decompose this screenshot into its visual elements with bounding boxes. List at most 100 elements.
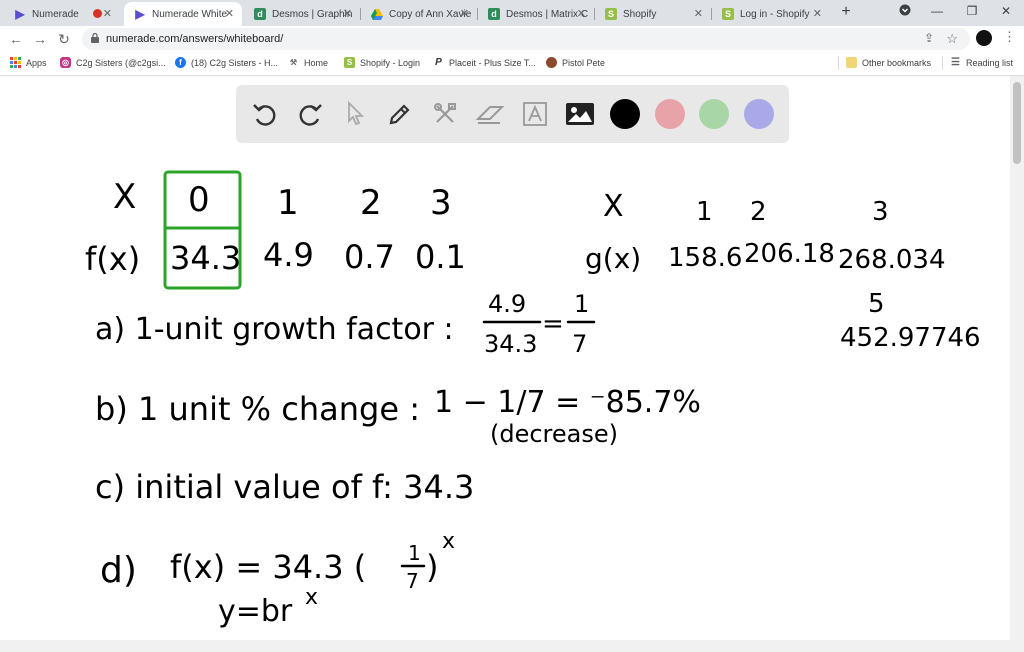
whiteboard-toolbar xyxy=(236,85,789,143)
f-value-2: 0.7 xyxy=(344,238,395,276)
g-value-2: 206.18 xyxy=(744,239,835,269)
url-text: numerade.com/answers/whiteboard/ xyxy=(106,33,284,45)
bookmark-facebook[interactable]: f (18) C2g Sisters - H... xyxy=(175,57,278,68)
g-x-value-3: 3 xyxy=(872,197,889,227)
g-value-1: 158.6 xyxy=(668,243,742,273)
reading-list-icon: ☰ xyxy=(951,57,960,68)
bookmark-placeit[interactable]: P Placeit - Plus Size T... xyxy=(433,57,536,68)
tools-icon[interactable] xyxy=(430,99,460,129)
bookmark-apps[interactable]: Apps xyxy=(10,57,47,68)
line-b-text: b) 1 unit % change : xyxy=(95,390,420,428)
line-c-text: c) initial value of f: 34.3 xyxy=(95,468,474,506)
close-tab-icon[interactable]: ✕ xyxy=(460,7,469,20)
folder-icon xyxy=(846,57,857,68)
line-d-close: ) xyxy=(426,548,438,586)
close-tab-icon[interactable]: ✕ xyxy=(577,7,586,20)
line-a-frac-bot: 34.3 xyxy=(484,330,537,358)
x-value-1: 1 xyxy=(277,183,299,223)
g-value-3: 268.034 xyxy=(838,245,946,275)
reload-icon[interactable]: ↻ xyxy=(56,31,72,48)
line-d-frac-top: 1 xyxy=(408,541,421,565)
color-pink-swatch[interactable] xyxy=(655,99,685,129)
desmos-icon: d xyxy=(254,8,266,20)
g-x-row-label: X xyxy=(603,189,624,224)
vertical-scrollbar[interactable] xyxy=(1010,76,1024,640)
line-a-equals: = xyxy=(542,309,564,339)
tab-search-icon[interactable] xyxy=(895,4,915,19)
horizontal-scrollbar[interactable] xyxy=(0,640,1024,652)
other-bookmarks[interactable]: Other bookmarks xyxy=(846,57,931,68)
color-purple-swatch[interactable] xyxy=(744,99,774,129)
reading-list[interactable]: ☰ Reading list xyxy=(950,57,1013,68)
pen-icon[interactable] xyxy=(385,99,415,129)
tab-shopify-login[interactable]: S Log in - Shopify ✕ xyxy=(712,2,830,26)
new-tab-button[interactable]: + xyxy=(836,3,856,21)
close-window-icon[interactable]: ✕ xyxy=(996,4,1016,18)
bookmark-star-icon[interactable]: ☆ xyxy=(946,31,958,47)
bookmark-instagram[interactable]: ◎ C2g Sisters (@c2gsi... xyxy=(60,57,166,68)
bookmark-shopify-login[interactable]: S Shopify - Login xyxy=(344,57,420,68)
line-d-general: y=br xyxy=(218,594,293,629)
desmos-icon: d xyxy=(488,8,500,20)
f-value-3: 0.1 xyxy=(415,238,466,276)
tab-desmos-graphing[interactable]: d Desmos | Graphin ✕ xyxy=(244,2,360,26)
address-bar: ← → ↻ numerade.com/answers/whiteboard/ ⇪… xyxy=(0,26,1024,52)
g-x-value-2: 2 xyxy=(750,197,767,227)
close-tab-icon[interactable]: ✕ xyxy=(225,7,234,20)
x-value-2: 2 xyxy=(360,183,382,223)
bookmark-pistol-pete[interactable]: Pistol Pete xyxy=(546,57,605,68)
eraser-icon[interactable] xyxy=(475,99,505,129)
bookmark-home[interactable]: ⚒ Home xyxy=(288,57,328,68)
forward-icon[interactable]: → xyxy=(32,31,48,47)
numerade-icon: ▶ xyxy=(15,7,25,21)
line-b-note: (decrease) xyxy=(490,420,618,448)
close-tab-icon[interactable]: ✕ xyxy=(343,7,352,20)
tab-numerade[interactable]: ▶ Numerade ✕ xyxy=(4,2,120,26)
tab-numerade-whiteboard[interactable]: ▶ Numerade White ✕ xyxy=(124,2,242,26)
lock-icon xyxy=(91,33,99,43)
placeit-icon: P xyxy=(435,57,442,68)
tab-shopify[interactable]: S Shopify ✕ xyxy=(595,2,711,26)
close-tab-icon[interactable]: ✕ xyxy=(694,7,703,20)
numerade-icon: ▶ xyxy=(135,7,145,21)
x-value-3: 3 xyxy=(430,183,452,223)
line-a-res-top: 1 xyxy=(574,290,589,318)
line-d-frac-bot: 7 xyxy=(406,569,419,593)
line-d-expr: f(x) = 34.3 ( xyxy=(170,548,366,586)
tab-strip: ▶ Numerade ✕ ▶ Numerade White ✕ d Desmos… xyxy=(0,0,1024,26)
tab-desmos-matrix[interactable]: d Desmos | Matrix C ✕ xyxy=(478,2,594,26)
browser-chrome: ▶ Numerade ✕ ▶ Numerade White ✕ d Desmos… xyxy=(0,0,1024,76)
color-green-swatch[interactable] xyxy=(699,99,729,129)
shopify-icon: S xyxy=(344,57,355,68)
scrollbar-thumb[interactable] xyxy=(1013,82,1021,164)
close-tab-icon[interactable]: ✕ xyxy=(103,7,112,20)
g-x-value-1: 1 xyxy=(696,197,713,227)
g-value-5: 452.97746 xyxy=(840,323,981,353)
text-icon[interactable] xyxy=(520,99,550,129)
restore-icon[interactable]: ❐ xyxy=(962,4,982,18)
close-tab-icon[interactable]: ✕ xyxy=(813,7,822,20)
image-icon[interactable] xyxy=(565,99,595,129)
menu-kebab-icon[interactable]: ⋮ xyxy=(1003,29,1016,45)
instagram-icon: ◎ xyxy=(60,57,71,68)
tab-google-drive[interactable]: Copy of Ann Xavie ✕ xyxy=(361,2,477,26)
g-row-label: g(x) xyxy=(585,242,641,275)
f-value-0: 34.3 xyxy=(170,239,241,277)
undo-icon[interactable] xyxy=(250,99,280,129)
whiteboard-page: X 0 1 2 3 f(x) 34.3 4.9 0.7 0.1 X 1 2 3 … xyxy=(0,76,1024,652)
profile-avatar[interactable] xyxy=(976,30,992,46)
share-icon[interactable]: ⇪ xyxy=(924,31,934,45)
shopify-icon: S xyxy=(722,8,734,20)
color-black-swatch[interactable] xyxy=(610,99,640,129)
line-d-general-exp: x xyxy=(305,585,318,610)
select-icon[interactable] xyxy=(340,99,370,129)
line-a-frac-top: 4.9 xyxy=(488,290,526,318)
line-d-label: d) xyxy=(100,550,137,591)
pistol-icon xyxy=(546,57,557,68)
shopify-icon: S xyxy=(605,8,617,20)
minimize-icon[interactable]: — xyxy=(927,4,947,18)
back-icon[interactable]: ← xyxy=(8,31,24,47)
whiteboard-canvas[interactable]: X 0 1 2 3 f(x) 34.3 4.9 0.7 0.1 X 1 2 3 … xyxy=(0,76,1010,640)
redo-icon[interactable] xyxy=(295,99,325,129)
omnibox[interactable]: numerade.com/answers/whiteboard/ ⇪ ☆ xyxy=(82,28,970,50)
